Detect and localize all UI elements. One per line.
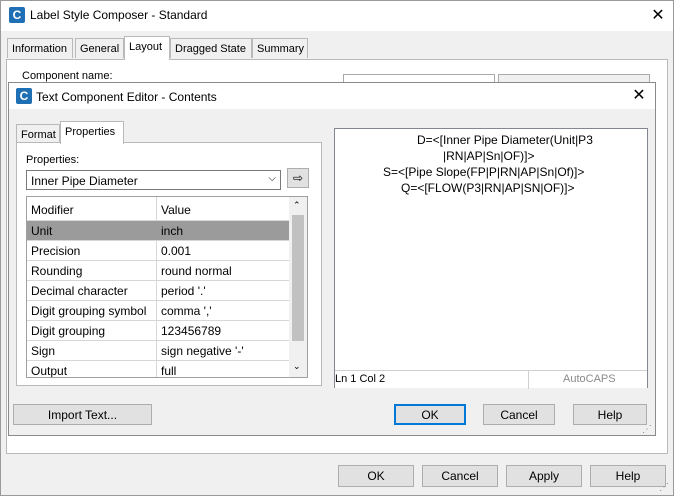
- outer-window-title: Label Style Composer - Standard: [30, 8, 208, 22]
- editor-close-icon[interactable]: ✕: [631, 88, 647, 104]
- grid-scrollbar[interactable]: ⌃ ⌄: [289, 197, 307, 377]
- component-name-label: Component name:: [22, 70, 113, 82]
- table-row-modifier[interactable]: Rounding: [27, 261, 157, 281]
- editor-cancel-button[interactable]: Cancel: [483, 404, 555, 425]
- grid-scrollbar-thumb[interactable]: [292, 215, 304, 341]
- scroll-up-icon[interactable]: ⌃: [293, 200, 301, 211]
- editor-line: |RN|AP|Sn|OF)]>: [443, 149, 535, 163]
- tab-summary[interactable]: Summary: [252, 38, 308, 58]
- tab-information[interactable]: Information: [7, 38, 73, 58]
- outer-close-icon[interactable]: ✕: [650, 8, 666, 24]
- table-row-value[interactable]: period '.': [157, 281, 289, 301]
- chevron-down-icon: ⌵: [268, 173, 276, 184]
- table-row-modifier[interactable]: Digit grouping: [27, 321, 157, 341]
- editor-line: S=<[Pipe Slope(FP|P|RN|AP|Sn|Of)]>: [383, 165, 585, 179]
- table-row-value[interactable]: inch: [157, 221, 289, 241]
- arrow-right-icon: ⇨: [292, 171, 304, 185]
- grid-header-value: Value: [157, 197, 289, 221]
- editor-line: Q=<[FLOW(P3|RN|AP|SN|OF)]>: [401, 181, 575, 195]
- grid-header-modifier: Modifier: [27, 197, 157, 221]
- table-row-modifier[interactable]: Output: [27, 361, 157, 377]
- resize-grip-icon[interactable]: ⋰: [642, 424, 652, 435]
- tab-properties[interactable]: Properties: [60, 121, 124, 144]
- outer-help-button[interactable]: Help: [590, 465, 666, 487]
- table-row-value[interactable]: 123456789: [157, 321, 289, 341]
- editor-app-icon: C: [16, 88, 32, 104]
- tab-dragged-state[interactable]: Dragged State: [170, 38, 252, 58]
- table-row-modifier[interactable]: Decimal character: [27, 281, 157, 301]
- tab-general[interactable]: General: [75, 38, 124, 58]
- text-content-editor[interactable]: D=<[Inner Pipe Diameter(Unit|P3 |RN|AP|S…: [334, 128, 648, 389]
- editor-dialog-title: Text Component Editor - Contents: [36, 90, 217, 104]
- outer-resize-grip-icon[interactable]: ⋰: [659, 482, 669, 493]
- outer-apply-button[interactable]: Apply: [506, 465, 582, 487]
- editor-status-bar: Ln 1 Col 2 AutoCAPS: [335, 370, 647, 389]
- insert-property-button[interactable]: ⇨: [287, 168, 309, 188]
- outer-ok-button[interactable]: OK: [338, 465, 414, 487]
- cursor-position-status: Ln 1 Col 2: [335, 373, 386, 385]
- properties-select-value: Inner Pipe Diameter: [31, 174, 138, 188]
- tab-layout[interactable]: Layout: [124, 36, 170, 60]
- editor-help-button[interactable]: Help: [573, 404, 647, 425]
- table-row-modifier[interactable]: Precision: [27, 241, 157, 261]
- table-row-value[interactable]: comma ',': [157, 301, 289, 321]
- scroll-down-icon[interactable]: ⌄: [293, 361, 301, 372]
- properties-label: Properties:: [26, 154, 80, 166]
- table-row-modifier[interactable]: Sign: [27, 341, 157, 361]
- table-row-value[interactable]: round normal: [157, 261, 289, 281]
- table-row-value[interactable]: 0.001: [157, 241, 289, 261]
- properties-select[interactable]: Inner Pipe Diameter ⌵: [26, 170, 281, 190]
- tab-format[interactable]: Format: [16, 124, 60, 143]
- table-row-value[interactable]: sign negative '-': [157, 341, 289, 361]
- status-divider: [528, 371, 529, 389]
- outer-cancel-button[interactable]: Cancel: [422, 465, 498, 487]
- import-text-button[interactable]: Import Text...: [13, 404, 152, 425]
- autocaps-status: AutoCAPS: [563, 373, 616, 385]
- table-row-modifier[interactable]: Digit grouping symbol: [27, 301, 157, 321]
- editor-ok-button[interactable]: OK: [394, 404, 466, 425]
- civil3d-app-icon: C: [9, 7, 25, 23]
- property-modifier-grid: Modifier Value Unit inch Precision 0.001…: [26, 196, 308, 378]
- table-row-modifier[interactable]: Unit: [27, 221, 157, 241]
- table-row-value[interactable]: full: [157, 361, 289, 377]
- editor-line: D=<[Inner Pipe Diameter(Unit|P3: [417, 133, 593, 147]
